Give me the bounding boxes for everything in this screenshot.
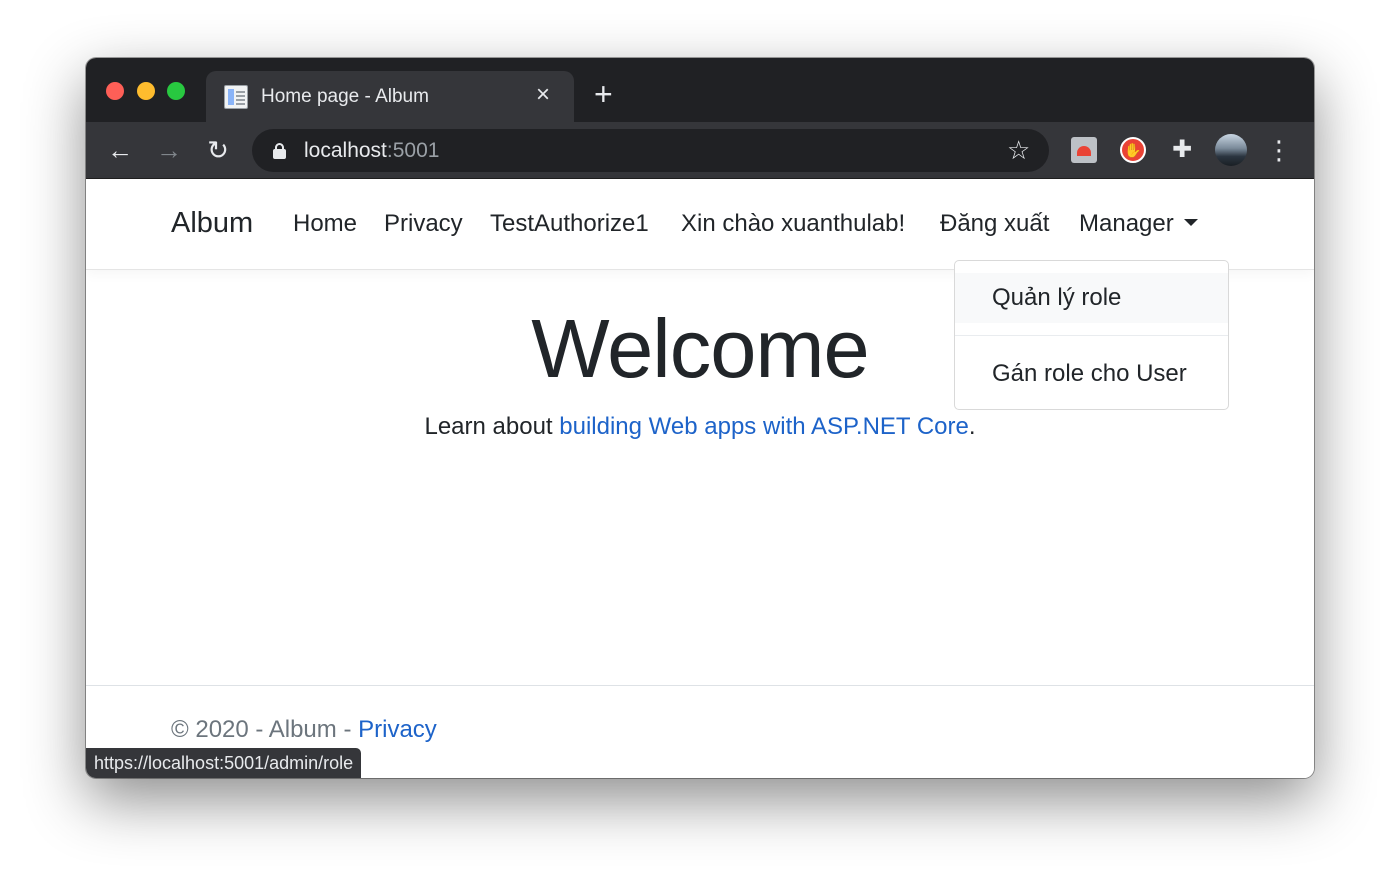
close-tab-icon[interactable]: × <box>536 83 550 107</box>
nav-logout[interactable]: Đăng xuất <box>940 210 1049 238</box>
footer-copyright: © 2020 - Album - <box>171 716 359 743</box>
learn-link[interactable]: building Web apps with ASP.NET Core <box>559 413 969 440</box>
footer-privacy-link[interactable]: Privacy <box>358 716 437 743</box>
browser-toolbar: ← → ↻ localhost:5001 ☆ ✋ ✚ ⋮ <box>86 122 1314 179</box>
site-navbar: Album Home Privacy TestAuthorize1 Xin ch… <box>86 179 1314 270</box>
forward-arrow-icon[interactable]: → <box>155 136 183 164</box>
new-tab-icon[interactable]: + <box>594 78 613 110</box>
adblock-extension-icon[interactable]: ✋ <box>1120 137 1146 163</box>
nav-home[interactable]: Home <box>293 210 357 238</box>
tab-strip: Home page - Album × + <box>86 58 1314 122</box>
caret-down-icon <box>1183 219 1198 226</box>
profile-avatar[interactable] <box>1215 134 1247 166</box>
url-port: :5001 <box>386 139 440 162</box>
cast-extension-icon[interactable] <box>1071 137 1097 163</box>
back-arrow-icon[interactable]: ← <box>106 136 134 164</box>
close-window-button[interactable] <box>106 82 124 100</box>
site-brand[interactable]: Album <box>171 207 253 240</box>
maximize-window-button[interactable] <box>167 82 185 100</box>
nav-testauthorize1[interactable]: TestAuthorize1 <box>490 210 649 238</box>
bookmark-star-icon[interactable]: ☆ <box>1007 136 1030 164</box>
url-text[interactable]: localhost:5001 <box>304 139 439 163</box>
page-favicon-icon <box>224 85 248 109</box>
tab-title: Home page - Album <box>261 86 429 107</box>
nav-greeting[interactable]: Xin chào xuanthulab! <box>681 210 905 238</box>
status-bar-url: https://localhost:5001/admin/role <box>86 748 362 778</box>
web-page: Album Home Privacy TestAuthorize1 Xin ch… <box>86 179 1314 778</box>
nav-privacy[interactable]: Privacy <box>384 210 463 238</box>
url-host: localhost <box>304 139 387 162</box>
browser-tab[interactable]: Home page - Album × <box>206 71 574 122</box>
page-title: Welcome <box>531 302 869 395</box>
footer-divider <box>86 685 1314 686</box>
extensions-puzzle-icon[interactable]: ✚ <box>1169 137 1195 163</box>
site-footer: © 2020 - Album - Privacy <box>171 716 437 744</box>
learn-prefix: Learn about <box>424 413 560 440</box>
lock-icon[interactable] <box>273 143 286 159</box>
browser-window: Home page - Album × + ← → ↻ localhost:50… <box>86 58 1314 778</box>
reload-icon[interactable]: ↻ <box>204 136 232 164</box>
learn-paragraph: Learn about building Web apps with ASP.N… <box>86 413 1314 441</box>
nav-manager-dropdown[interactable]: Manager <box>1079 210 1198 238</box>
browser-menu-icon[interactable]: ⋮ <box>1266 137 1292 163</box>
nav-manager-label: Manager <box>1079 210 1174 237</box>
learn-suffix: . <box>968 413 976 440</box>
address-bar[interactable]: localhost:5001 ☆ <box>252 129 1049 172</box>
minimize-window-button[interactable] <box>137 82 155 100</box>
